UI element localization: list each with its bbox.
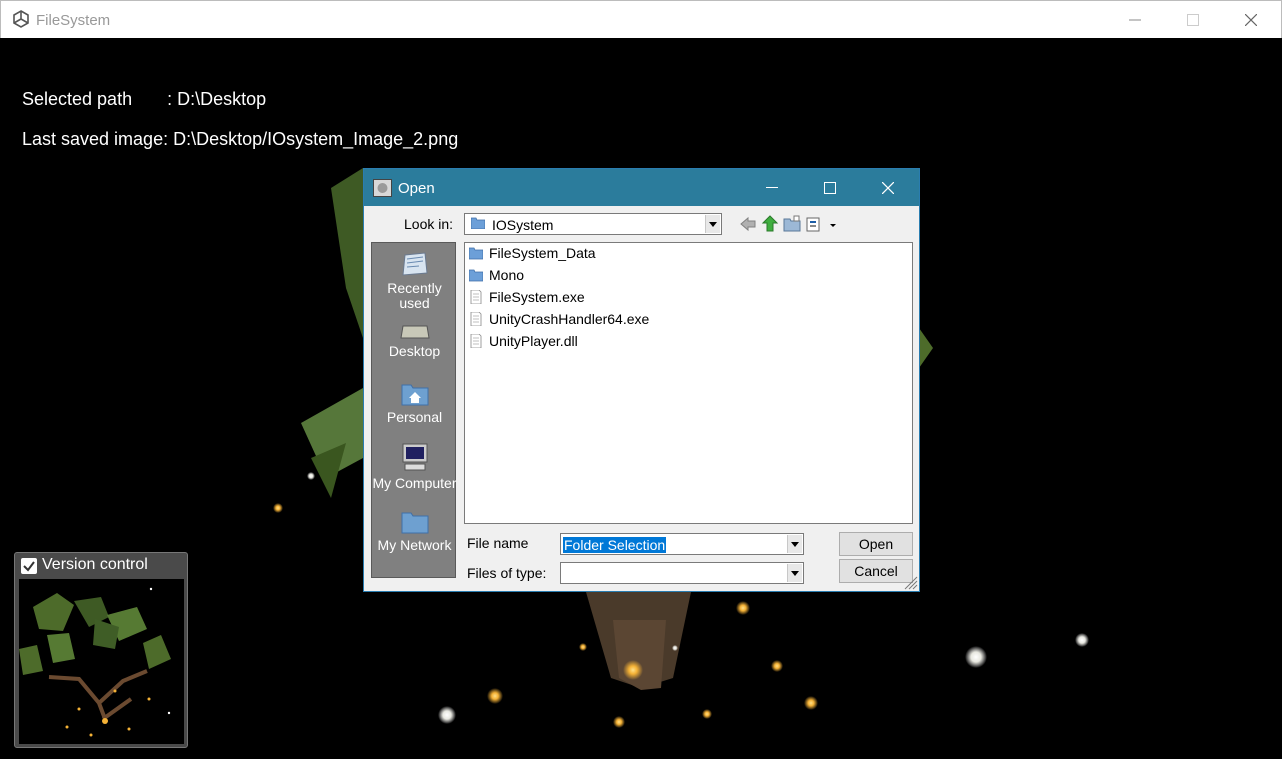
file-list-item[interactable]: FileSystem_Data	[469, 243, 596, 263]
dialog-close-button[interactable]	[859, 169, 917, 206]
back-arrow-icon[interactable]	[739, 215, 757, 233]
checkmark-icon	[23, 561, 35, 572]
window-title: FileSystem	[36, 12, 111, 29]
place-personal[interactable]: Personal	[372, 380, 457, 425]
close-button[interactable]	[1222, 1, 1280, 39]
files-of-type-label: Files of type:	[467, 565, 547, 581]
recent-documents-icon	[401, 252, 428, 276]
minimize-icon	[1129, 19, 1141, 21]
file-list-item[interactable]: UnityPlayer.dll	[469, 331, 578, 351]
unity-logo-icon	[13, 10, 29, 28]
home-folder-icon	[401, 384, 428, 406]
file-name: FileSystem_Data	[489, 245, 596, 261]
minimize-button[interactable]	[1106, 1, 1164, 39]
file-list-item[interactable]: FileSystem.exe	[469, 287, 585, 307]
folder-icon	[469, 247, 483, 260]
dialog-maximize-button[interactable]	[801, 169, 859, 206]
places-sidebar: Recently used Desktop Personal My Comput…	[371, 242, 457, 578]
maximize-icon	[1187, 14, 1199, 26]
dialog-minimize-button[interactable]	[743, 169, 801, 206]
selected-path-text: Selected path : D:\Desktop	[22, 89, 267, 109]
version-control-checkbox[interactable]	[21, 558, 37, 574]
file-list-item[interactable]: Mono	[469, 265, 524, 285]
chevron-down-icon[interactable]	[787, 564, 802, 582]
tree-thumbnail-graphic	[19, 587, 171, 737]
version-control-panel: Version control	[14, 552, 188, 748]
view-menu-icon[interactable]	[806, 215, 824, 233]
file-icon	[470, 312, 482, 326]
file-icon	[470, 290, 482, 304]
look-in-value: IOSystem	[492, 217, 554, 233]
new-folder-icon[interactable]	[783, 215, 801, 233]
place-my-network[interactable]: My Network	[372, 508, 457, 553]
file-name: UnityPlayer.dll	[489, 333, 578, 349]
place-label: My Computer	[372, 475, 457, 491]
window-titlebar: FileSystem	[0, 0, 1282, 38]
file-name-input[interactable]: Folder Selection	[560, 533, 804, 555]
open-button[interactable]: Open	[839, 532, 913, 556]
last-saved-text: Last saved image: D:\Desktop/IOsystem_Im…	[22, 129, 459, 149]
file-list: FileSystem_Data Mono FileSystem.exe Unit…	[464, 242, 913, 524]
chevron-down-icon[interactable]	[705, 215, 720, 233]
place-label: Personal	[386, 409, 443, 425]
maximize-button[interactable]	[1164, 1, 1222, 39]
dialog-title: Open	[398, 180, 435, 197]
place-recently-used[interactable]: Recently used	[372, 251, 457, 311]
file-name: UnityCrashHandler64.exe	[489, 311, 650, 327]
version-control-label: Version control	[42, 556, 148, 573]
open-dialog: Open Look in: IOSystem Recently used Des…	[363, 168, 920, 592]
place-desktop[interactable]: Desktop	[372, 322, 457, 359]
place-label: My Network	[377, 537, 452, 553]
version-preview-thumbnail	[19, 579, 184, 744]
minimize-icon	[766, 186, 778, 188]
maximize-icon	[824, 181, 836, 194]
file-list-item[interactable]: UnityCrashHandler64.exe	[469, 309, 649, 329]
look-in-select[interactable]: IOSystem	[464, 213, 722, 235]
dropdown-arrow-icon[interactable]	[828, 215, 838, 233]
up-folder-icon[interactable]	[761, 215, 779, 233]
close-icon	[882, 181, 894, 194]
dialog-app-icon	[373, 179, 392, 197]
files-of-type-select[interactable]	[560, 562, 804, 584]
close-icon	[1245, 14, 1257, 26]
computer-icon	[402, 443, 427, 471]
file-name: Mono	[489, 267, 525, 283]
network-folder-icon	[401, 512, 428, 534]
desktop-icon	[399, 325, 430, 339]
folder-icon	[471, 217, 485, 229]
resize-grip-icon[interactable]	[902, 574, 918, 590]
folder-icon	[469, 269, 483, 282]
place-label: Recently used	[387, 280, 442, 311]
file-name: FileSystem.exe	[489, 289, 585, 305]
file-name-value[interactable]: Folder Selection	[563, 537, 667, 553]
chevron-down-icon[interactable]	[787, 535, 802, 553]
file-name-label: File name	[467, 535, 529, 551]
look-in-label: Look in:	[404, 216, 454, 232]
dialog-titlebar: Open	[364, 169, 919, 206]
file-icon	[470, 334, 482, 348]
place-label: Desktop	[388, 343, 441, 359]
place-my-computer[interactable]: My Computer	[372, 442, 457, 491]
